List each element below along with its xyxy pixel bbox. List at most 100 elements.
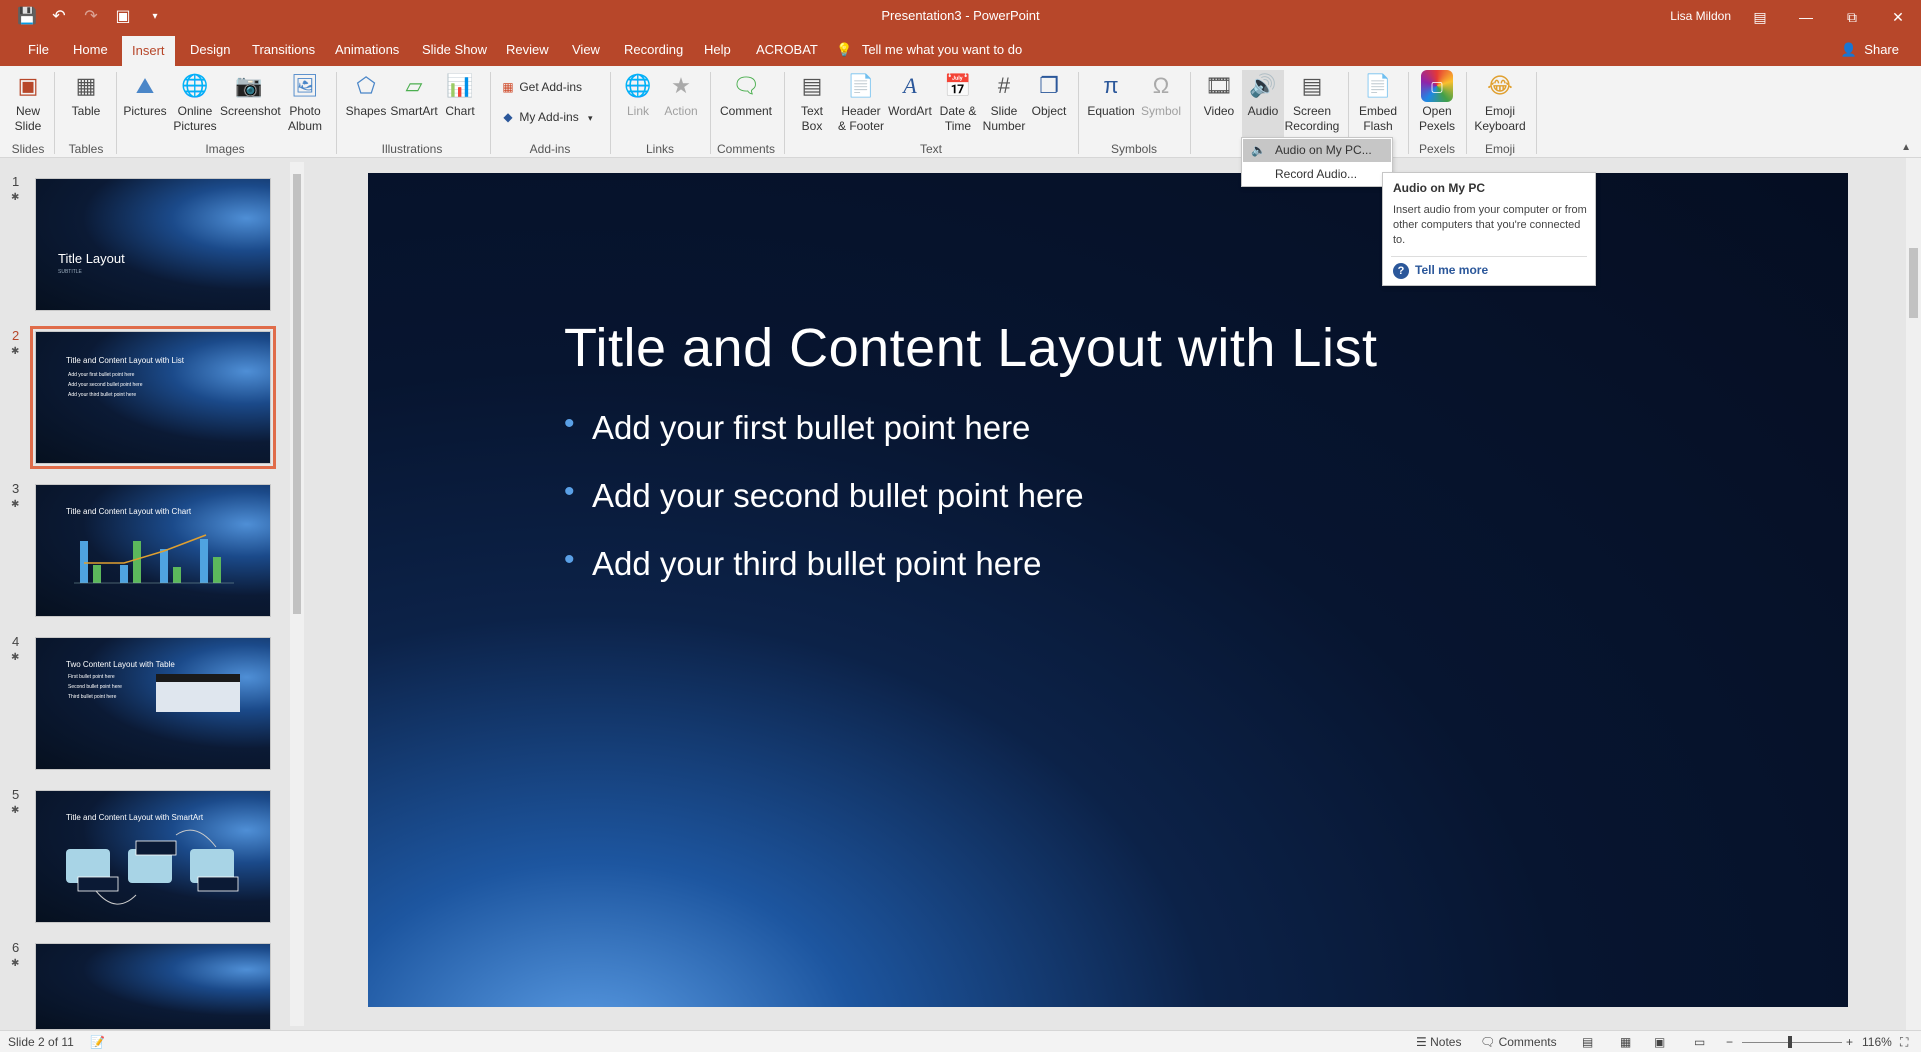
group-separator xyxy=(336,72,337,154)
notes-button[interactable]: ☰ Notes xyxy=(1416,1035,1461,1049)
normal-view-icon[interactable]: ▤ xyxy=(1582,1035,1593,1049)
menu-item-audio-on-my-pc[interactable]: 🔈 Audio on My PC... xyxy=(1243,139,1391,162)
new-slide-button[interactable]: ▣ New Slide xyxy=(6,70,50,134)
reading-view-icon[interactable]: ▣ xyxy=(1654,1035,1665,1049)
shapes-button[interactable]: ⬠ Shapes xyxy=(344,70,388,119)
tab-recording[interactable]: Recording xyxy=(614,34,693,66)
pictures-icon: ⛰ xyxy=(135,73,155,98)
fit-to-window-icon[interactable]: ⛶ xyxy=(1900,1035,1908,1050)
ribbon-display-options-icon[interactable]: ▤ xyxy=(1737,0,1783,34)
video-button[interactable]: 🎞 Video xyxy=(1198,70,1240,119)
close-icon[interactable]: ✕ xyxy=(1875,0,1921,34)
slide-title[interactable]: Title and Content Layout with List xyxy=(564,317,1377,379)
restore-icon[interactable]: ⧉ xyxy=(1829,0,1875,34)
equation-button[interactable]: π Equation xyxy=(1084,70,1138,119)
tab-slide-show[interactable]: Slide Show xyxy=(412,34,497,66)
wordart-button[interactable]: A WordArt xyxy=(886,70,934,119)
tab-view[interactable]: View xyxy=(562,34,610,66)
star-icon: ✱ xyxy=(11,805,20,816)
pexels-icon: ▢ xyxy=(1421,70,1453,102)
zoom-in-icon[interactable]: + xyxy=(1846,1035,1853,1049)
slide-canvas[interactable]: Title and Content Layout with List Add y… xyxy=(368,173,1848,1007)
tab-insert[interactable]: Insert xyxy=(122,36,175,66)
screenshot-button[interactable]: 📷 Screenshot xyxy=(220,70,281,119)
open-pexels-button[interactable]: ▢ Open Pexels xyxy=(1414,70,1460,134)
photo-album-button[interactable]: 🖼 Photo Album xyxy=(282,70,328,134)
tab-animations[interactable]: Animations xyxy=(325,34,409,66)
tab-acrobat[interactable]: ACROBAT xyxy=(746,34,828,66)
slide-thumbnail-5[interactable]: Title and Content Layout with SmartArt xyxy=(35,790,271,923)
tell-me-search[interactable]: 💡 Tell me what you want to do xyxy=(836,34,1022,66)
my-addins-label: My Add-ins xyxy=(519,110,579,124)
omega-icon: Ω xyxy=(1152,73,1170,98)
table-button[interactable]: ▦ Table xyxy=(64,70,108,119)
object-button[interactable]: ❐ Object xyxy=(1028,70,1070,119)
new-slide-label: New Slide xyxy=(14,104,42,133)
group-separator xyxy=(116,72,117,154)
audio-button[interactable]: 🔊 Audio xyxy=(1242,70,1284,140)
comment-button[interactable]: 🗨 Comment xyxy=(716,70,776,119)
screen-recording-button[interactable]: ▤ Screen Recording xyxy=(1284,70,1340,134)
slide-thumbnail-4[interactable]: Two Content Layout with Table First bull… xyxy=(35,637,271,770)
slide-show-icon[interactable]: ▭ xyxy=(1694,1035,1705,1049)
share-button[interactable]: 👤 Share xyxy=(1840,34,1899,66)
slide-thumbnail-2[interactable]: Title and Content Layout with List Add y… xyxy=(30,326,276,469)
thumb-bullet: Third bullet point here xyxy=(68,694,117,700)
slide-bullet-list[interactable]: Add your first bullet point here Add you… xyxy=(564,407,1084,613)
group-label-emoji: Emoji xyxy=(1484,142,1515,156)
pictures-button[interactable]: ⛰ Pictures xyxy=(122,70,168,119)
text-box-icon: ▤ xyxy=(801,73,823,98)
spellcheck-icon[interactable]: 📝 xyxy=(90,1035,105,1049)
slide-thumbnail-3[interactable]: Title and Content Layout with Chart xyxy=(35,484,271,617)
slide-thumbnail-6[interactable] xyxy=(35,943,271,1030)
thumbnail-scrollbar[interactable] xyxy=(290,162,304,1026)
action-icon: ★ xyxy=(671,73,691,98)
slide-number-button[interactable]: # Slide Number xyxy=(982,70,1026,134)
text-box-button[interactable]: ▤ Text Box xyxy=(792,70,832,134)
menu-item-record-audio[interactable]: Record Audio... xyxy=(1243,163,1391,186)
tab-help[interactable]: Help xyxy=(694,34,741,66)
slide-sorter-icon[interactable]: ▦ xyxy=(1620,1035,1631,1049)
collapse-ribbon-icon[interactable]: ▲ xyxy=(1901,142,1911,153)
group-separator xyxy=(710,72,711,154)
get-addins-button[interactable]: ▦ Get Add-ins xyxy=(500,80,582,94)
header-footer-button[interactable]: 📄 Header & Footer xyxy=(836,70,886,134)
emoji-keyboard-label: Emoji Keyboard xyxy=(1474,104,1526,133)
slide-bullet: Add your first bullet point here xyxy=(564,407,1084,477)
tab-review[interactable]: Review xyxy=(496,34,559,66)
zoom-slider-thumb[interactable] xyxy=(1788,1036,1792,1048)
zoom-slider[interactable] xyxy=(1742,1042,1842,1043)
speaker-icon: 🔈 xyxy=(1251,143,1266,157)
symbol-button[interactable]: Ω Symbol xyxy=(1138,70,1184,119)
embed-flash-button[interactable]: 📄 Embed Flash xyxy=(1354,70,1402,134)
slide-scrollbar[interactable] xyxy=(1906,158,1921,1030)
zoom-level[interactable]: 116% xyxy=(1862,1035,1892,1049)
equation-label: Equation xyxy=(1087,104,1135,118)
action-button[interactable]: ★ Action xyxy=(660,70,702,119)
online-pictures-button[interactable]: 🌐 Online Pictures xyxy=(172,70,218,134)
scroll-thumb[interactable] xyxy=(1909,248,1918,318)
tab-transitions[interactable]: Transitions xyxy=(242,34,325,66)
emoji-keyboard-button[interactable]: 😂 Emoji Keyboard xyxy=(1472,70,1528,134)
tab-file[interactable]: File xyxy=(18,34,59,66)
tell-me-more-link[interactable]: ? Tell me more xyxy=(1393,263,1488,279)
tab-design[interactable]: Design xyxy=(180,34,240,66)
smartart-button[interactable]: ▱ SmartArt xyxy=(390,70,438,119)
thumb-number: 5 xyxy=(12,787,20,802)
tab-home[interactable]: Home xyxy=(63,34,118,66)
table-icon: ▦ xyxy=(75,73,97,98)
comment-icon: 🗨 xyxy=(732,73,760,98)
date-time-button[interactable]: 📅 Date & Time xyxy=(936,70,980,134)
zoom-out-icon[interactable]: − xyxy=(1726,1035,1733,1049)
slide-thumbnail-1[interactable]: Title Layout SUBTITLE xyxy=(35,178,271,311)
my-addins-button[interactable]: ◆ My Add-ins ▾ xyxy=(500,110,592,124)
comments-button[interactable]: 🗨 Comments xyxy=(1480,1035,1557,1049)
minimize-icon[interactable]: — xyxy=(1783,0,1829,34)
thumb-number: 3 xyxy=(12,481,20,496)
date-time-label: Date & Time xyxy=(939,104,977,133)
wordart-label: WordArt xyxy=(888,104,932,118)
scroll-thumb[interactable] xyxy=(293,174,301,614)
chart-button[interactable]: 📊 Chart xyxy=(440,70,480,119)
user-name[interactable]: Lisa Mildon xyxy=(1670,9,1731,23)
link-button[interactable]: 🌐 Link xyxy=(618,70,658,119)
